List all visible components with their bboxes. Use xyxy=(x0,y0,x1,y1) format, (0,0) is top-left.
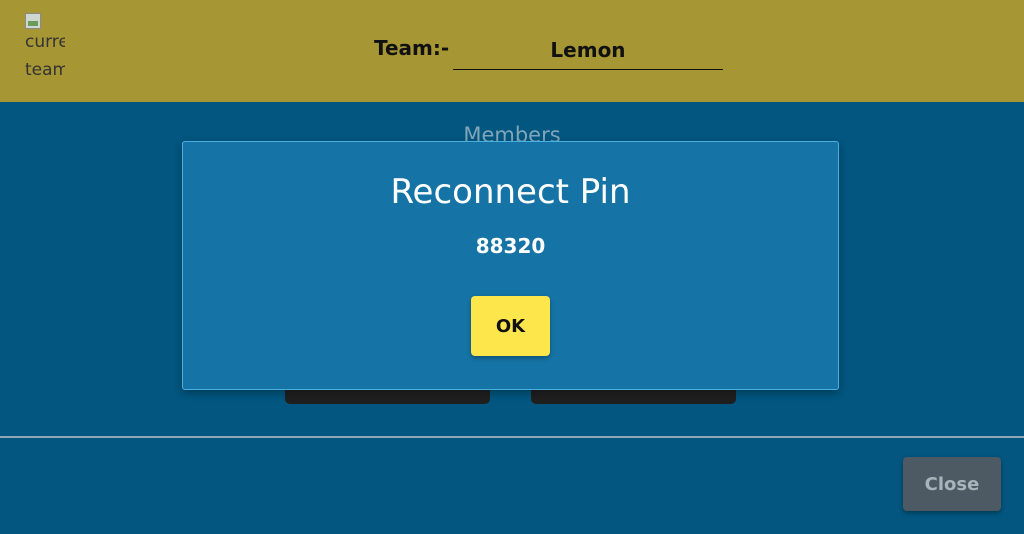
reconnect-pin-dialog: Reconnect Pin 88320 OK xyxy=(182,141,839,390)
team-name-input[interactable] xyxy=(453,30,723,70)
team-header: curre team Team:- xyxy=(0,0,1024,102)
broken-image-icon xyxy=(25,13,41,29)
image-alt-text-line-1: curre xyxy=(25,32,65,52)
team-page: curre team Team:- Members Close Reconnec… xyxy=(0,0,1024,534)
reconnect-pin-value: 88320 xyxy=(475,234,546,258)
footer-divider xyxy=(0,436,1024,438)
ok-button[interactable]: OK xyxy=(471,296,550,356)
team-label: Team:- xyxy=(374,36,450,60)
dialog-title: Reconnect Pin xyxy=(390,172,631,212)
current-team-image: curre team xyxy=(25,13,65,91)
close-button[interactable]: Close xyxy=(903,457,1001,511)
image-alt-text-line-2: team xyxy=(25,60,65,80)
